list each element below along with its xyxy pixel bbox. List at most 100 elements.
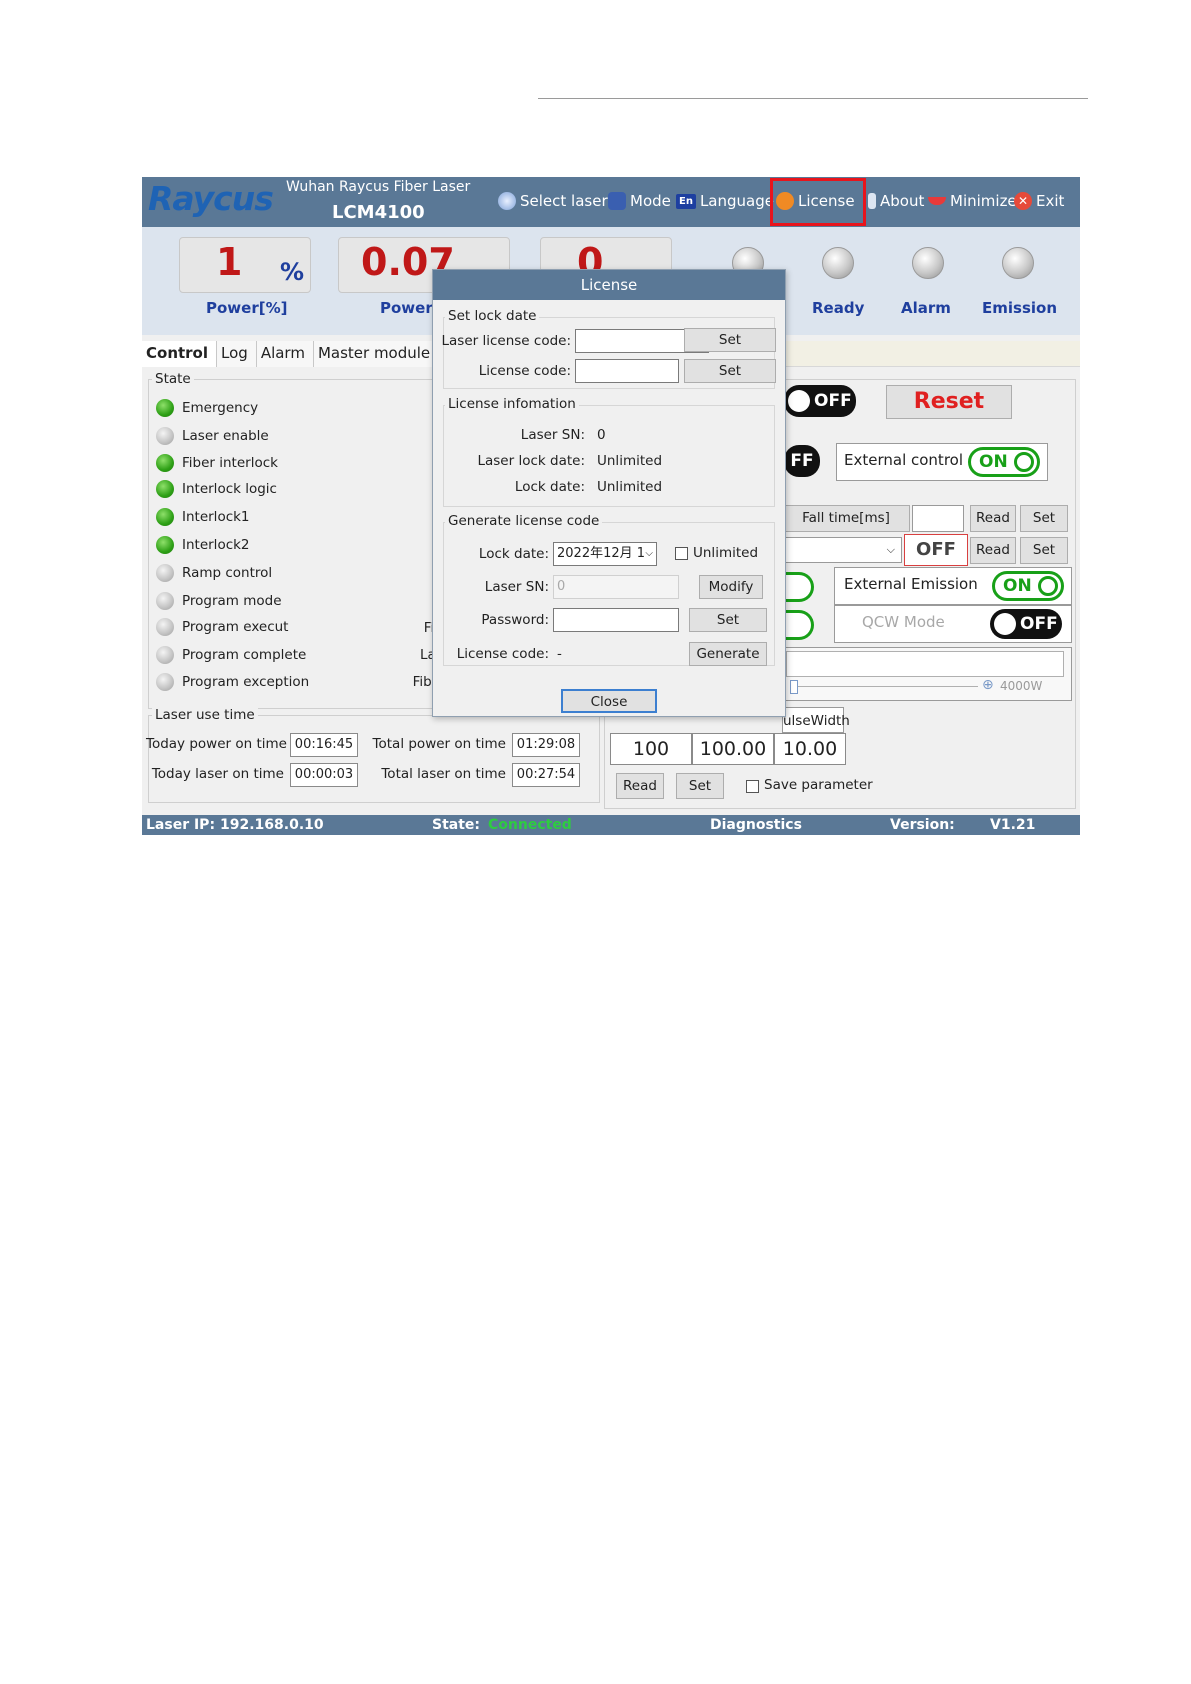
info-lock-date-value: Unlimited	[597, 479, 663, 495]
info-laser-sn-value: 0	[597, 427, 606, 443]
status-bar: Laser IP: 192.168.0.10 State: Connected …	[142, 815, 1080, 835]
today-power-label: Today power on time	[146, 736, 287, 752]
tab-master-module[interactable]: Master module	[314, 341, 440, 367]
mode-dropdown[interactable]: ⌵	[784, 537, 902, 563]
menu-minimize[interactable]: Minimize	[928, 192, 1017, 210]
tab-log[interactable]: Log	[217, 341, 257, 367]
password-label: Password:	[481, 612, 549, 628]
ff-toggle[interactable]: FF	[784, 445, 820, 477]
save-parameter-checkbox[interactable]	[746, 780, 759, 793]
param-cell[interactable]: 100.00	[692, 733, 774, 765]
diagnostics-link[interactable]: Diagnostics	[710, 817, 802, 833]
laser-off-toggle[interactable]: OFF	[784, 385, 856, 417]
license-dialog-title: License	[433, 270, 785, 300]
license-highlight-box	[770, 178, 866, 226]
today-laser-label: Today laser on time	[151, 766, 284, 782]
menu-language[interactable]: En Language	[676, 192, 774, 210]
state-emergency: Emergency	[156, 399, 258, 417]
power-slider-track[interactable]	[790, 686, 978, 687]
partial-on-toggle[interactable]	[782, 610, 814, 640]
status-dot-icon	[156, 536, 174, 554]
menu-mode-label: Mode	[630, 192, 671, 210]
mode-read-button[interactable]: Read	[970, 537, 1016, 564]
power-slider-handle[interactable]	[790, 680, 798, 694]
use-time-panel	[148, 715, 600, 803]
state-title: State	[152, 371, 194, 387]
state-label: Program execut	[182, 619, 289, 635]
password-set-button[interactable]: Set	[689, 608, 767, 632]
status-dot-icon	[156, 454, 174, 472]
fall-time-input[interactable]	[912, 505, 964, 532]
fall-time-label: Fall time[ms]	[782, 505, 910, 532]
gen-license-code-value: -	[557, 646, 562, 662]
status-dot-icon	[156, 592, 174, 610]
total-power-label: Total power on time	[372, 736, 506, 752]
power-percent-value: 1	[216, 240, 243, 284]
gen-lock-date-label: Lock date:	[478, 546, 549, 562]
state-program-mode: Program mode	[156, 592, 282, 610]
param-cell[interactable]: 10.00	[774, 733, 846, 765]
status-dot-icon	[156, 673, 174, 691]
menu-exit[interactable]: ✕ Exit	[1014, 192, 1064, 210]
ready-label: Ready	[812, 299, 865, 317]
status-dot-icon	[156, 646, 174, 664]
fall-time-set-button[interactable]: Set	[1020, 505, 1068, 532]
gen-laser-sn-label: Laser SN:	[484, 579, 549, 595]
external-emission-toggle[interactable]: ON	[992, 571, 1064, 601]
mode-set-button[interactable]: Set	[1020, 537, 1068, 564]
external-control-toggle[interactable]: ON	[968, 447, 1040, 477]
param-cell[interactable]: 100	[610, 733, 692, 765]
state-ramp-control: Ramp control	[156, 564, 272, 582]
menu-about[interactable]: About	[868, 192, 924, 210]
status-dot-icon	[156, 618, 174, 636]
info-icon	[868, 193, 876, 209]
ready-lamp	[822, 247, 854, 279]
modify-button[interactable]: Modify	[699, 575, 763, 599]
state-program-execut: Program execut	[156, 618, 288, 636]
menu-select-laser-label: Select laser	[520, 192, 608, 210]
language-icon: En	[676, 193, 696, 209]
password-input[interactable]	[553, 608, 679, 632]
tab-alarm[interactable]: Alarm	[257, 341, 314, 367]
model-name: LCM4100	[332, 202, 425, 223]
fall-time-read-button[interactable]: Read	[970, 505, 1016, 532]
external-control-label: External control	[844, 451, 963, 469]
partial-on-toggle[interactable]	[782, 572, 814, 602]
menu-mode[interactable]: Mode	[608, 192, 671, 210]
tab-control[interactable]: Control	[142, 341, 218, 367]
param-set-button[interactable]: Set	[676, 773, 724, 799]
state-label: Laser enable	[182, 428, 269, 444]
close-button[interactable]: Close	[561, 689, 657, 713]
set-laser-license-code-button[interactable]: Set	[684, 328, 776, 352]
emission-lamp	[1002, 247, 1034, 279]
off-status-box: OFF	[904, 534, 968, 566]
menu-select-laser[interactable]: Select laser	[498, 192, 608, 210]
today-power-value: 00:16:45	[290, 733, 358, 757]
laser-license-code-label: Laser license code:	[441, 333, 572, 349]
param-read-button[interactable]: Read	[616, 773, 664, 799]
state-label: Emergency	[182, 400, 259, 416]
gen-lock-date-picker[interactable]: 2022年12月 1 ⌵	[553, 542, 657, 566]
unlimited-checkbox[interactable]	[675, 547, 688, 560]
chevron-down-icon: ⌵	[645, 548, 653, 559]
power-input[interactable]	[786, 651, 1064, 677]
laser-ip-label: Laser IP:	[146, 817, 216, 833]
app-header: Raycus Wuhan Raycus Fiber Laser LCM4100 …	[142, 177, 1080, 227]
set-license-code-button[interactable]: Set	[684, 359, 776, 383]
power-percent-display: 1 %	[179, 237, 311, 293]
plus-icon[interactable]: ⊕	[982, 677, 994, 693]
menu-exit-label: Exit	[1036, 192, 1065, 210]
toggle-knob	[788, 390, 810, 412]
qcw-mode-toggle[interactable]: OFF	[990, 609, 1062, 639]
license-code-input[interactable]	[575, 359, 679, 383]
toggle-knob	[1037, 576, 1058, 596]
state-label: Fiber interlock	[182, 455, 278, 471]
state-program-complete: Program complete	[156, 646, 306, 664]
raycus-logo: Raycus	[148, 179, 274, 218]
gen-laser-sn-input[interactable]: 0	[553, 575, 679, 599]
info-laser-sn-label: Laser SN:	[520, 427, 585, 443]
state-label: Program complete	[182, 647, 307, 663]
generate-button[interactable]: Generate	[689, 642, 767, 666]
menu-minimize-label: Minimize	[950, 192, 1017, 210]
reset-button[interactable]: Reset	[886, 385, 1012, 419]
